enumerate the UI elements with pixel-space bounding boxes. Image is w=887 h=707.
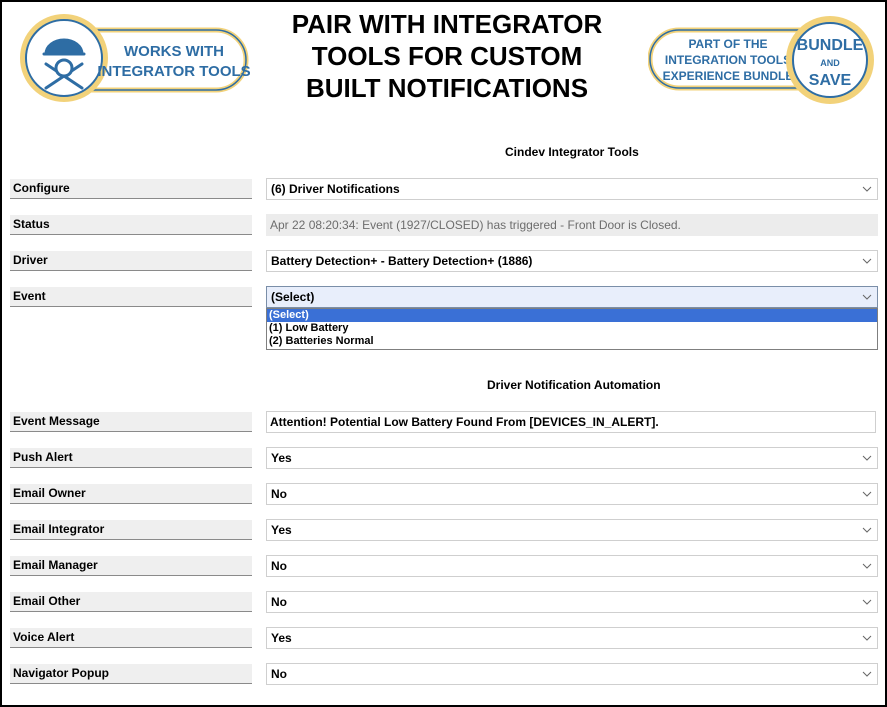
chevron-down-icon [862,671,872,677]
badge-right-line1: PART OF THE [688,37,767,51]
voice-alert-value: Yes [271,631,292,645]
configure-select-value: (6) Driver Notifications [271,182,400,196]
event-option-batteries-normal[interactable]: (2) Batteries Normal [267,335,877,348]
badge-left-line1: WORKS WITH [124,43,224,60]
label-push-alert: Push Alert [10,448,252,468]
event-option-select[interactable]: (Select) [267,309,877,322]
status-readout: Apr 22 08:20:34: Event (1927/CLOSED) has… [266,214,878,236]
driver-select[interactable]: Battery Detection+ - Battery Detection+ … [266,250,878,272]
label-email-owner: Email Owner [10,484,252,504]
navigator-popup-select[interactable]: No [266,663,878,685]
email-manager-value: No [271,559,287,573]
works-with-integrator-tools-badge: WORKS WITH INTEGRATOR TOOLS [16,10,251,111]
event-select[interactable]: (Select) [266,286,878,308]
chevron-down-icon [862,455,872,461]
badge-right-line3: EXPERIENCE BUNDLE [663,69,794,83]
push-alert-select[interactable]: Yes [266,447,878,469]
email-integrator-value: Yes [271,523,292,537]
chevron-down-icon [862,635,872,641]
label-voice-alert: Voice Alert [10,628,252,648]
label-event: Event [10,287,252,307]
configure-select[interactable]: (6) Driver Notifications [266,178,878,200]
label-email-other: Email Other [10,592,252,612]
label-event-message: Event Message [10,412,252,432]
bundle-and-save-seal: BUNDLE AND SAVE [786,16,874,104]
email-integrator-select[interactable]: Yes [266,519,878,541]
chevron-down-icon [862,599,872,605]
email-owner-value: No [271,487,287,501]
label-navigator-popup: Navigator Popup [10,664,252,684]
chevron-down-icon [862,186,872,192]
event-select-value: (Select) [271,290,315,304]
chevron-down-icon [862,527,872,533]
seal-line-1: BUNDLE [797,37,864,54]
headline-line-2: TOOLS FOR CUSTOM [311,41,583,71]
email-other-value: No [271,595,287,609]
section-title-integrator-tools: Cindev Integrator Tools [505,145,639,159]
label-email-manager: Email Manager [10,556,252,576]
headline-line-1: PAIR WITH INTEGRATOR [291,9,603,39]
voice-alert-select[interactable]: Yes [266,627,878,649]
label-configure: Configure [10,179,252,199]
seal-line-2: AND [820,58,840,68]
seal-line-3: SAVE [809,72,852,89]
email-owner-select[interactable]: No [266,483,878,505]
chevron-down-icon [862,258,872,264]
window-frame: WORKS WITH INTEGRATOR TOOLS PAIR WITH IN… [0,0,887,707]
chevron-down-icon [862,294,872,300]
label-status: Status [10,215,252,235]
chevron-down-icon [862,563,872,569]
chevron-down-icon [862,491,872,497]
experience-bundle-badge: PART OF THE INTEGRATION TOOLS EXPERIENCE… [647,8,876,113]
email-manager-select[interactable]: No [266,555,878,577]
headline-line-3: BUILT NOTIFICATIONS [305,73,589,103]
event-option-low-battery[interactable]: (1) Low Battery [267,322,877,335]
driver-select-value: Battery Detection+ - Battery Detection+ … [271,254,533,268]
section-title-driver-notification-automation: Driver Notification Automation [487,378,661,392]
navigator-popup-value: No [271,667,287,681]
email-other-select[interactable]: No [266,591,878,613]
promo-headline: PAIR WITH INTEGRATOR TOOLS FOR CUSTOM BU… [264,8,630,104]
push-alert-value: Yes [271,451,292,465]
event-dropdown-list[interactable]: (Select) (1) Low Battery (2) Batteries N… [266,308,878,350]
event-message-input[interactable]: Attention! Potential Low Battery Found F… [266,411,876,433]
label-driver: Driver [10,251,252,271]
badge-right-line2: INTEGRATION TOOLS [665,53,791,67]
badge-left-line2: INTEGRATOR TOOLS [97,63,250,80]
label-email-integrator: Email Integrator [10,520,252,540]
